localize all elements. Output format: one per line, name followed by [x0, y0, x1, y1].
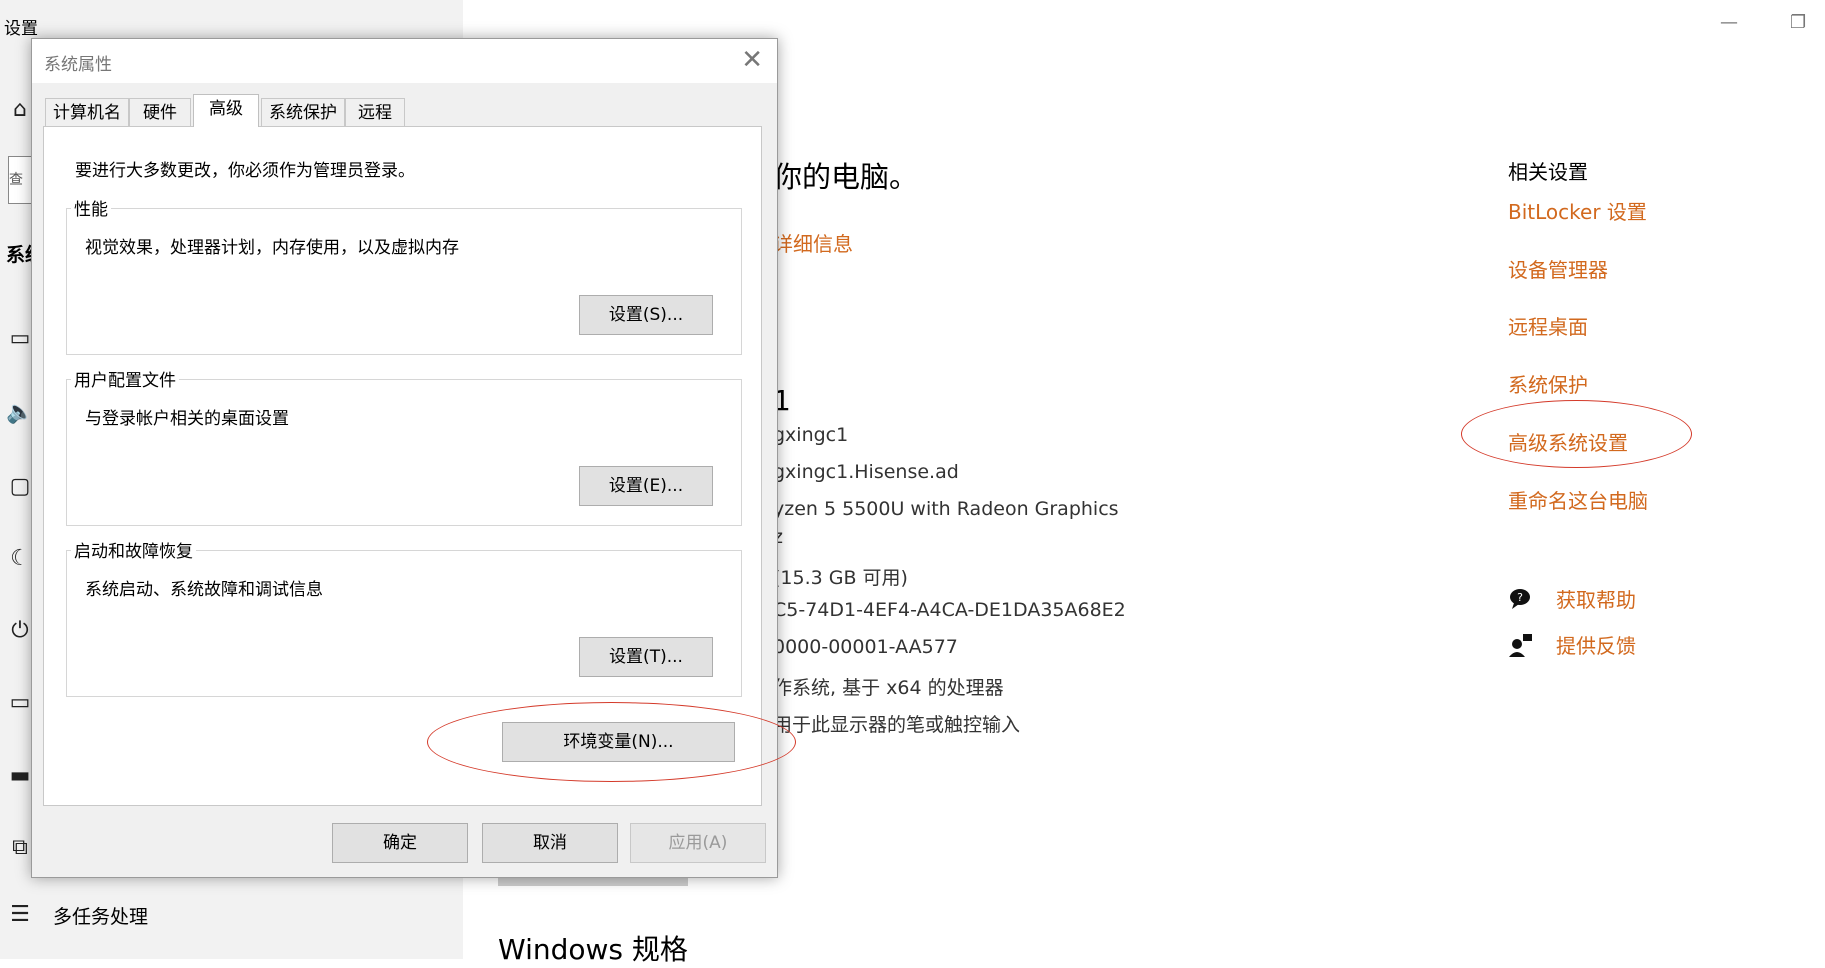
system-properties-dialog: 系统属性 ✕ 计算机名 硬件 高级 系统保护 远程 要进行大多数更改，你必须作为…: [31, 38, 778, 878]
minimize-button[interactable]: —: [1720, 12, 1738, 33]
tab-computer-name[interactable]: 计算机名: [45, 98, 129, 126]
tab-hardware[interactable]: 硬件: [129, 98, 191, 126]
spec-device-id: C5-74D1-4EF4-A4CA-DE1DA35A68E2: [773, 599, 1126, 621]
spec-ram: (15.3 GB 可用): [773, 567, 908, 589]
dialog-titlebar[interactable]: 系统属性 ✕: [32, 39, 777, 83]
spec-system-type: 作系统, 基于 x64 的处理器: [773, 677, 1004, 699]
feedback-label[interactable]: 提供反馈: [1556, 630, 1636, 659]
feedback-row[interactable]: 提供反馈: [1508, 630, 1636, 659]
performance-desc: 视觉效果，处理器计划，内存使用，以及虚拟内存: [85, 238, 459, 258]
get-help-label[interactable]: 获取帮助: [1556, 584, 1636, 613]
related-settings-title: 相关设置: [1508, 160, 1588, 184]
startup-recovery-group: 启动和故障恢复 系统启动、系统故障和调试信息 设置(T)...: [66, 537, 742, 697]
tab-advanced[interactable]: 高级: [193, 94, 259, 127]
tab-system-protection[interactable]: 系统保护: [261, 98, 345, 126]
spec-product-id: 0000-00001-AA577: [773, 636, 958, 658]
dialog-title: 系统属性: [44, 55, 112, 75]
startup-recovery-title: 启动和故障恢复: [71, 537, 196, 562]
tab-remote[interactable]: 远程: [345, 98, 405, 126]
user-profiles-group: 用户配置文件 与登录帐户相关的桌面设置 设置(E)...: [66, 366, 742, 526]
device-manager-link[interactable]: 设备管理器: [1508, 254, 1608, 283]
rename-pc-link[interactable]: 重命名这台电脑: [1508, 485, 1648, 514]
feedback-person-icon: [1508, 632, 1534, 658]
spec-pen-touch: 用于此显示器的笔或触控输入: [773, 714, 1021, 736]
multitasking-icon[interactable]: ☰: [5, 902, 35, 928]
svg-text:?: ?: [1517, 591, 1523, 604]
cancel-button[interactable]: 取消: [482, 823, 618, 863]
sidebar-item-multitasking[interactable]: 多任务处理: [53, 902, 148, 929]
environment-variables-button[interactable]: 环境变量(N)...: [502, 722, 735, 762]
spec-processor: yzen 5 5500U with Radeon Graphics: [773, 498, 1119, 520]
details-link[interactable]: 详细信息: [773, 228, 853, 257]
user-profiles-title: 用户配置文件: [71, 366, 179, 391]
remote-desktop-link[interactable]: 远程桌面: [1508, 311, 1588, 340]
app-title: 设置: [4, 19, 38, 39]
advanced-tab-panel: 要进行大多数更改，你必须作为管理员登录。 性能 视觉效果，处理器计划，内存使用，…: [43, 126, 762, 806]
user-profiles-desc: 与登录帐户相关的桌面设置: [85, 409, 289, 429]
apply-button[interactable]: 应用(A): [630, 823, 766, 863]
spec-full-name: gxingc1.Hisense.ad: [773, 461, 959, 483]
close-icon[interactable]: ✕: [741, 45, 763, 75]
windows-spec-heading: Windows 规格: [498, 933, 688, 966]
system-protection-link[interactable]: 系统保护: [1508, 369, 1588, 398]
user-profiles-settings-button[interactable]: 设置(E)...: [579, 466, 713, 506]
spec-device-name: gxingc1: [773, 424, 849, 446]
startup-recovery-desc: 系统启动、系统故障和调试信息: [85, 580, 323, 600]
startup-recovery-settings-button[interactable]: 设置(T)...: [579, 637, 713, 677]
advanced-system-settings-link[interactable]: 高级系统设置: [1508, 427, 1628, 456]
performance-settings-button[interactable]: 设置(S)...: [579, 295, 713, 335]
get-help-row[interactable]: ? 获取帮助: [1508, 584, 1636, 613]
performance-group: 性能 视觉效果，处理器计划，内存使用，以及虚拟内存 设置(S)...: [66, 195, 742, 355]
help-chat-icon: ?: [1508, 586, 1534, 612]
bitlocker-link[interactable]: BitLocker 设置: [1508, 196, 1647, 225]
maximize-button[interactable]: ❐: [1790, 12, 1806, 33]
admin-notice: 要进行大多数更改，你必须作为管理员登录。: [75, 161, 415, 181]
page-heading: 你的电脑。: [773, 160, 919, 194]
ok-button[interactable]: 确定: [332, 823, 468, 863]
performance-title: 性能: [71, 195, 111, 220]
